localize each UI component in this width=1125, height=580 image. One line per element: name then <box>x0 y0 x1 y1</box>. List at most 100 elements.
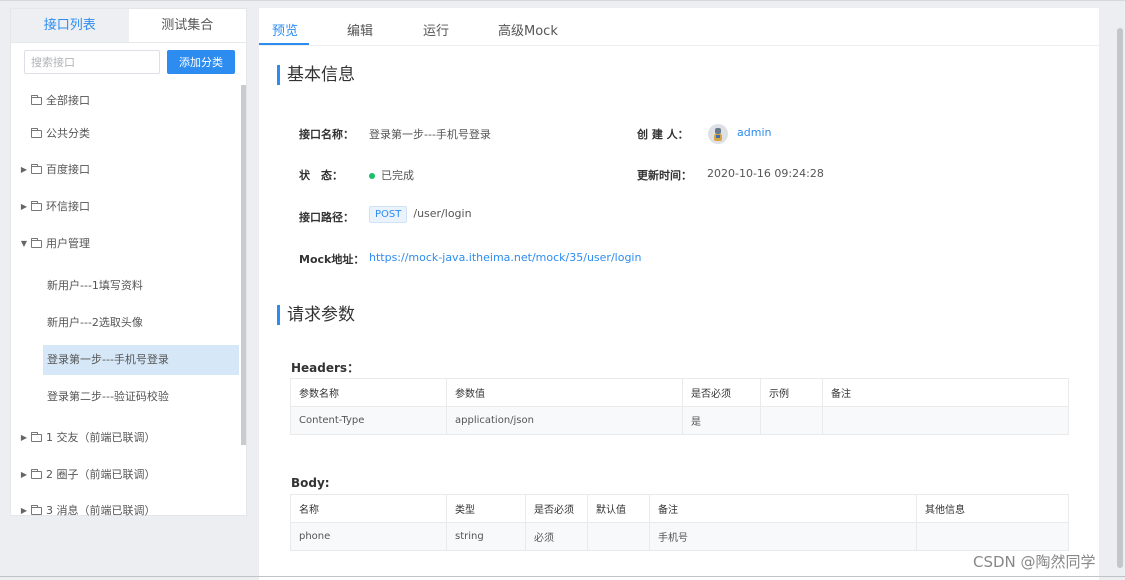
caret-right-icon: ▶ <box>20 469 28 479</box>
status-dot-icon <box>369 173 375 179</box>
folder-icon <box>31 94 42 105</box>
table-cell <box>760 406 823 435</box>
basic-info-heading: 基本信息 <box>277 65 355 85</box>
status-badge: 已完成 <box>369 167 414 183</box>
watermark: CSDN @陶然同学 <box>973 553 1096 571</box>
active-tab-indicator <box>259 43 309 45</box>
table-cell <box>916 522 1069 551</box>
mock-label: Mock地址： <box>299 253 365 266</box>
sidebar-tabs: 接口列表 测试集合 <box>11 9 246 43</box>
tree-node-label: 用户管理 <box>46 237 90 250</box>
status-value: 已完成 <box>381 169 414 182</box>
tree-node-label: 百度接口 <box>46 163 90 176</box>
search-row: 添加分类 <box>24 50 235 74</box>
method-badge: POST <box>369 206 408 223</box>
table-header-cell: 参数值 <box>446 378 683 407</box>
tree-leaf-new-user-2[interactable]: 新用户---2选取头像 <box>47 308 239 338</box>
name-label: 接口名称： <box>299 128 354 141</box>
table-cell: phone <box>290 522 447 551</box>
caret-down-icon: ▼ <box>20 238 28 248</box>
table-row: phone string 必须 手机号 <box>290 522 1069 551</box>
table-header-cell: 参数名称 <box>290 378 447 407</box>
caret-right-icon: ▶ <box>20 164 28 174</box>
table-header-cell: 名称 <box>290 494 447 523</box>
path-value: /user/login <box>413 207 472 220</box>
tree-node-label: 公共分类 <box>46 127 90 140</box>
page-scrollbar[interactable] <box>1117 28 1123 568</box>
folder-icon <box>31 200 42 211</box>
tree-leaf-login-step-2[interactable]: 登录第二步---验证码校验 <box>47 382 239 412</box>
table-header-cell: 备注 <box>822 378 1069 407</box>
updated-value: 2020-10-16 09:24:28 <box>707 167 824 180</box>
table-header-cell: 备注 <box>649 494 917 523</box>
folder-icon <box>31 127 42 138</box>
caret-right-icon: ▶ <box>20 432 28 442</box>
table-cell <box>587 522 650 551</box>
table-header-cell: 是否必须 <box>525 494 588 523</box>
tree-leaf-login-step-1[interactable]: 登录第一步---手机号登录 <box>43 345 239 375</box>
window-bottom-border <box>0 576 1125 577</box>
table-header-cell: 其他信息 <box>916 494 1069 523</box>
tab-interface-list[interactable]: 接口列表 <box>11 9 129 42</box>
folder-icon <box>31 504 42 515</box>
request-params-heading: 请求参数 <box>277 305 355 325</box>
tree-leaf-new-user-1[interactable]: 新用户---1填写资料 <box>47 271 239 301</box>
tree-node-label: 1 交友（前端已联调） <box>46 431 156 444</box>
table-header-row: 参数名称 参数值 是否必须 示例 备注 <box>290 378 1069 407</box>
detail-tabs: 预览 编辑 运行 高级Mock <box>259 8 1099 46</box>
path-label: 接口路径： <box>299 211 354 224</box>
folder-icon <box>31 163 42 174</box>
tree-node-label: 3 消息（前端已联调） <box>46 504 156 517</box>
folder-icon <box>31 468 42 479</box>
name-value: 登录第一步---手机号登录 <box>369 128 491 141</box>
caret-right-icon: ▶ <box>20 505 28 515</box>
tree-node-label: 环信接口 <box>46 200 90 213</box>
tree-node-circle[interactable]: ▶ 2 圈子（前端已联调） <box>17 459 239 489</box>
tab-edit[interactable]: 编辑 <box>347 20 373 39</box>
folder-icon <box>31 431 42 442</box>
table-cell: application/json <box>446 406 683 435</box>
tab-run[interactable]: 运行 <box>423 20 449 39</box>
table-cell: Content-Type <box>290 406 447 435</box>
tree-node-huanxin[interactable]: ▶ 环信接口 <box>17 191 239 221</box>
tree-node-messages[interactable]: ▶ 3 消息（前端已联调） <box>17 495 239 525</box>
table-cell: 必须 <box>525 522 588 551</box>
tree-node-friends[interactable]: ▶ 1 交友（前端已联调） <box>17 422 239 452</box>
table-header-row: 名称 类型 是否必须 默认值 备注 其他信息 <box>290 494 1069 523</box>
folder-open-icon <box>31 237 42 248</box>
tab-test-collection[interactable]: 测试集合 <box>129 9 247 42</box>
table-header-cell: 类型 <box>446 494 526 523</box>
tree-node-all[interactable]: 全部接口 <box>17 85 239 115</box>
table-header-cell: 是否必须 <box>682 378 761 407</box>
avatar <box>708 124 728 144</box>
headers-table: 参数名称 参数值 是否必须 示例 备注 Content-Type applica… <box>290 378 1069 435</box>
search-input[interactable] <box>24 50 160 74</box>
interface-detail-panel: 预览 编辑 运行 高级Mock 基本信息 接口名称： 登录第一步---手机号登录… <box>259 8 1099 580</box>
tab-advanced-mock[interactable]: 高级Mock <box>498 20 558 39</box>
mock-url-link[interactable]: https://mock-java.itheima.net/mock/35/us… <box>369 251 641 264</box>
table-cell: 是 <box>682 406 761 435</box>
headers-label: Headers： <box>291 361 360 375</box>
table-header-cell: 示例 <box>760 378 823 407</box>
table-row: Content-Type application/json 是 <box>290 406 1069 435</box>
creator-label: 创 建 人： <box>637 128 689 141</box>
sidebar-scrollbar[interactable] <box>241 85 246 445</box>
add-category-button[interactable]: 添加分类 <box>167 50 235 74</box>
table-cell <box>822 406 1069 435</box>
creator-link[interactable]: admin <box>737 126 771 139</box>
interface-sidebar: 接口列表 测试集合 添加分类 全部接口 公共分类 ▶ 百度接口 ▶ 环信接口 ▼ <box>10 8 247 517</box>
window-top-border <box>0 0 1125 1</box>
table-header-cell: 默认值 <box>587 494 650 523</box>
tree-node-baidu[interactable]: ▶ 百度接口 <box>17 154 239 184</box>
tree-node-label: 2 圈子（前端已联调） <box>46 468 156 481</box>
body-label: Body: <box>291 476 330 490</box>
table-cell: 手机号 <box>649 522 917 551</box>
table-cell: string <box>446 522 526 551</box>
tab-preview[interactable]: 预览 <box>272 20 298 39</box>
updated-label: 更新时间： <box>637 169 692 182</box>
tree-node-public[interactable]: 公共分类 <box>17 118 239 148</box>
status-label: 状 态： <box>299 169 343 182</box>
caret-right-icon: ▶ <box>20 201 28 211</box>
tree-node-user-management[interactable]: ▼ 用户管理 <box>17 228 239 258</box>
tree-node-label: 全部接口 <box>46 94 90 107</box>
